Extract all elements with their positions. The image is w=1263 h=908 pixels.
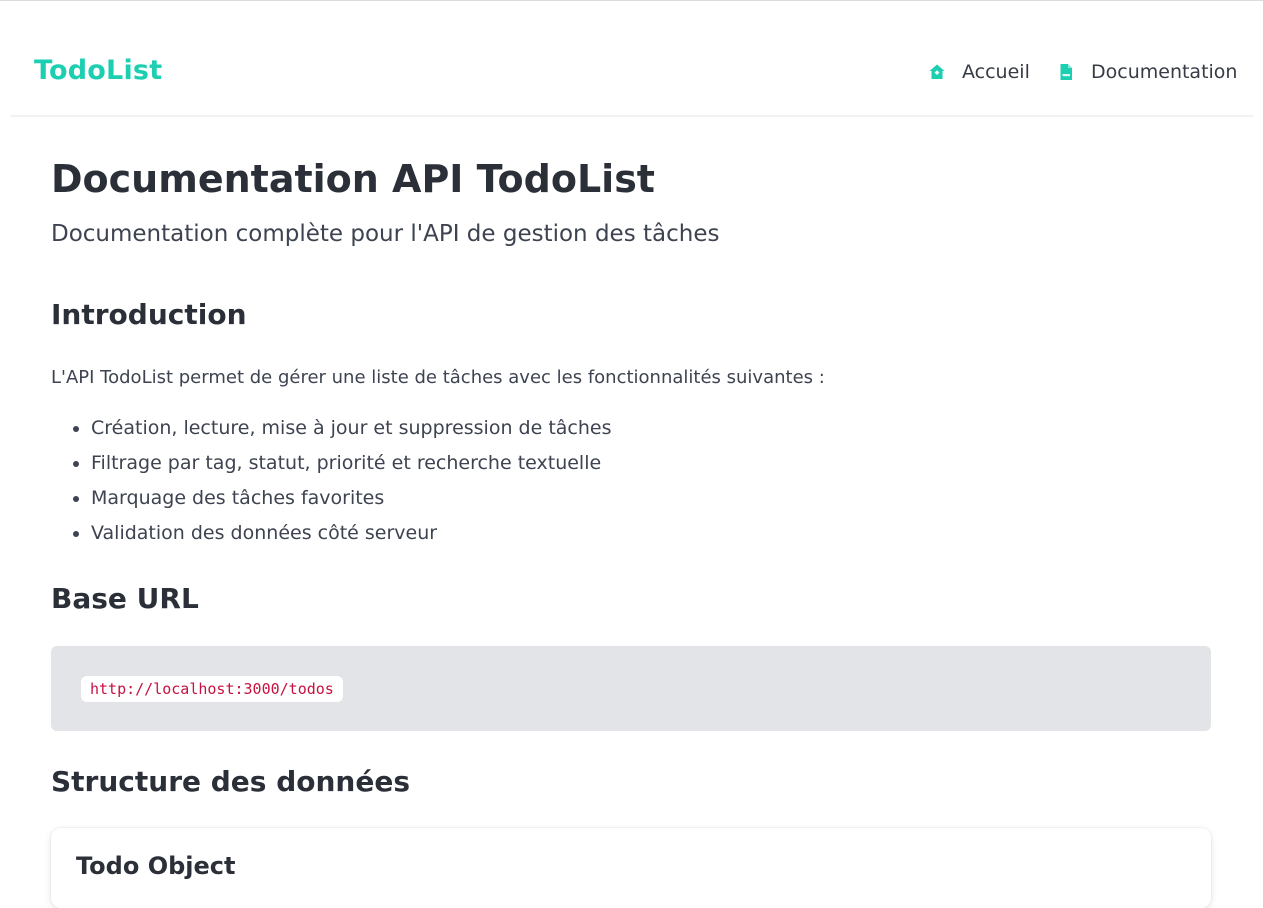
page-title: Documentation API TodoList <box>51 157 655 201</box>
section-heading-data-structure: Structure des données <box>51 765 410 798</box>
list-item: Création, lecture, mise à jour et suppre… <box>91 415 612 450</box>
nav-link-label: Documentation <box>1091 61 1238 83</box>
section-heading-introduction: Introduction <box>51 298 247 331</box>
list-item: Filtrage par tag, statut, priorité et re… <box>91 450 612 485</box>
nav-link-accueil[interactable]: Accueil <box>928 61 1030 83</box>
card-title: Todo Object <box>76 852 236 880</box>
file-doc-icon <box>1057 63 1075 81</box>
brand-logo[interactable]: TodoList <box>34 55 162 86</box>
list-item: Marquage des tâches favorites <box>91 485 612 520</box>
nav-link-label: Accueil <box>962 61 1030 83</box>
intro-paragraph: L'API TodoList permet de gérer une liste… <box>51 367 825 388</box>
navbar: TodoList Accueil Documentation <box>10 1 1253 117</box>
feature-list: Création, lecture, mise à jour et suppre… <box>91 415 612 555</box>
list-item: Validation des données côté serveur <box>91 520 612 555</box>
base-url-code: http://localhost:3000/todos <box>81 676 343 702</box>
todo-object-card: Todo Object <box>51 828 1211 908</box>
section-heading-base-url: Base URL <box>51 582 199 615</box>
code-block: http://localhost:3000/todos <box>51 646 1211 731</box>
home-icon <box>928 63 946 81</box>
page-subtitle: Documentation complète pour l'API de ges… <box>51 221 720 247</box>
nav-link-documentation[interactable]: Documentation <box>1057 61 1237 83</box>
